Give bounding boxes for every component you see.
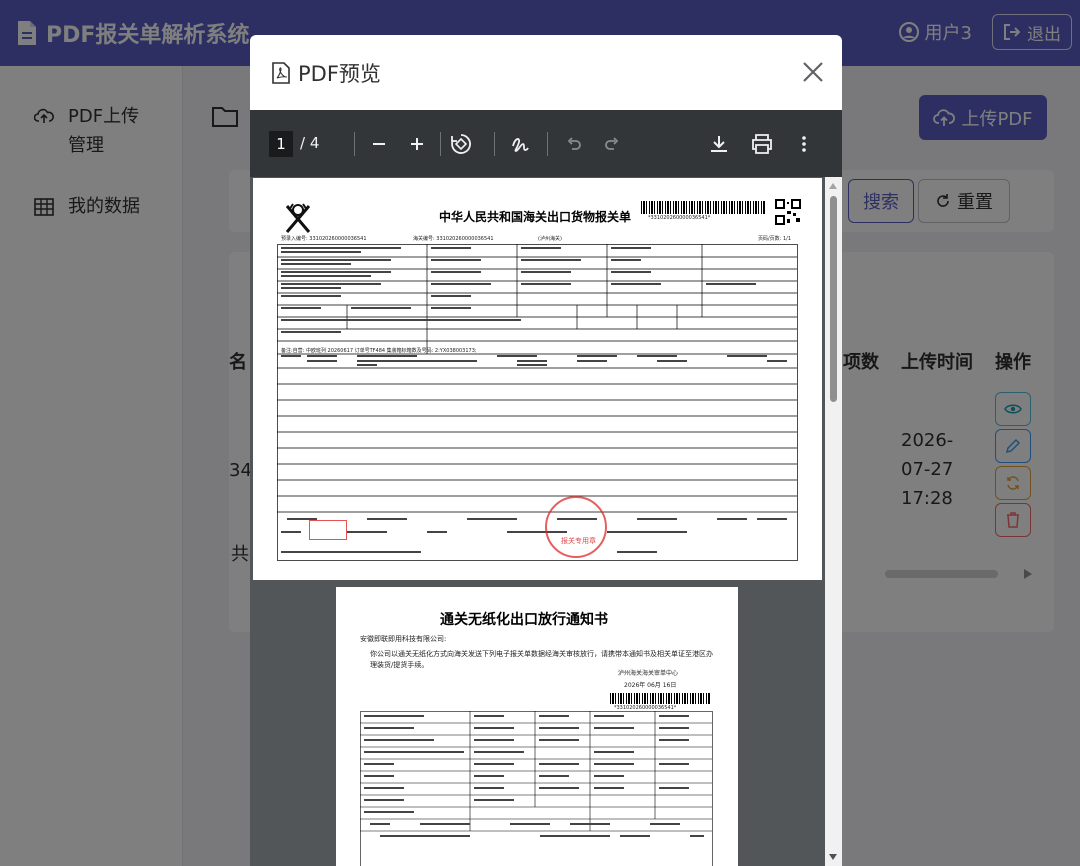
redo-icon (605, 137, 619, 150)
customs-emblem-icon (285, 203, 311, 233)
pdf-viewer: 1 / 4 中华人民共和国海关出口货物报关单 *3310202600000365… (250, 110, 842, 866)
toolbar-divider (440, 132, 441, 156)
notice-issuer: 泸州海关海关审单中心 (618, 670, 679, 677)
download-icon (711, 136, 727, 152)
toolbar-divider (494, 132, 495, 156)
fit-page-button[interactable] (449, 132, 473, 156)
declaration-title: 中华人民共和国海关出口货物报关单 (439, 210, 632, 224)
printer-icon (752, 134, 772, 154)
vertical-scrollbar[interactable] (825, 177, 842, 866)
pdf-preview-dialog: PDF预览 1 / 4 中华人民共和国海关出口货物报关单 *3310202600… (250, 35, 842, 866)
fit-rotate-icon (451, 134, 471, 154)
barcode (610, 693, 710, 704)
pdf-file-icon (272, 61, 290, 84)
page-total: / 4 (300, 134, 320, 152)
customs-seal: 报关专用章 (545, 496, 607, 558)
more-vertical-icon (802, 136, 806, 152)
barcode-text: *331020260000036541* (648, 215, 711, 221)
undo-icon (567, 137, 581, 150)
barcode (641, 201, 765, 214)
page-info: 页码/页数: 1/1 (758, 236, 792, 242)
pdf-toolbar: 1 / 4 (250, 110, 842, 177)
remarks: 备注:自营: 中欧班列 20260617 订单号TF484 集装箱标箱数及号码:… (281, 348, 477, 354)
plus-icon (411, 138, 423, 150)
more-options-button[interactable] (799, 132, 809, 156)
scroll-up-icon[interactable] (829, 183, 837, 189)
redo-button[interactable] (603, 132, 621, 156)
entry-number: 海关编号: 331020260000036541 (413, 236, 494, 242)
dialog-header: PDF预览 (250, 35, 842, 110)
declarant-stamp (309, 520, 347, 540)
scrollbar-thumb[interactable] (830, 196, 837, 402)
minus-icon (373, 143, 385, 145)
zoom-in-button[interactable] (408, 132, 426, 156)
declaration-form-grid (277, 244, 798, 561)
toolbar-divider (354, 132, 355, 156)
seal-text: 报关专用章 (561, 537, 596, 545)
close-icon[interactable] (802, 61, 824, 83)
customs-name: (泸州海关) (538, 236, 562, 242)
notice-addressee: 安徽即联即用科技有限公司: (360, 635, 447, 643)
release-form-grid (360, 711, 713, 866)
undo-button[interactable] (565, 132, 583, 156)
zoom-out-button[interactable] (370, 132, 388, 156)
annotate-button[interactable] (509, 132, 531, 156)
print-button[interactable] (750, 132, 774, 156)
pdf-page-1: 中华人民共和国海关出口货物报关单 *331020260000036541* 预录… (253, 178, 822, 580)
page-number-input[interactable]: 1 (269, 131, 293, 157)
pre-entry-number: 预录入编号: 331020260000036541 (281, 236, 367, 242)
dialog-title: PDF预览 (298, 61, 381, 86)
download-button[interactable] (709, 132, 729, 156)
release-notice-title: 通关无纸化出口放行通知书 (440, 612, 608, 628)
pdf-page-2: 通关无纸化出口放行通知书 安徽即联即用科技有限公司: 你公司以通关无纸化方式向海… (336, 587, 738, 866)
draw-icon (512, 138, 529, 152)
notice-date: 2026年 06月 16日 (624, 682, 677, 689)
qr-code-icon (775, 199, 801, 225)
pdf-pages: 中华人民共和国海关出口货物报关单 *331020260000036541* 预录… (250, 177, 842, 866)
scroll-down-icon[interactable] (829, 854, 837, 860)
notice-body: 你公司以通关无纸化方式向海关发送下列电子报关单数据经海关审核放行，请携带本通知书… (370, 650, 713, 669)
toolbar-divider (547, 132, 548, 156)
